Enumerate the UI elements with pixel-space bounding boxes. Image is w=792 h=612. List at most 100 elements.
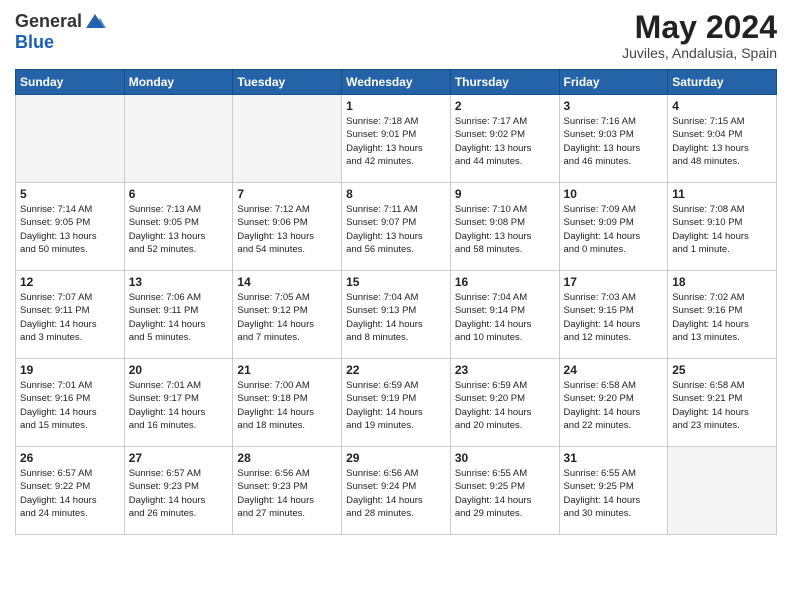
- day-info: Sunrise: 7:14 AM Sunset: 9:05 PM Dayligh…: [20, 203, 120, 256]
- day-number: 25: [672, 363, 772, 377]
- logo: General Blue: [15, 10, 106, 53]
- calendar-cell: 12 Sunrise: 7:07 AM Sunset: 9:11 PM Dayli…: [16, 271, 125, 359]
- day-number: 29: [346, 451, 446, 465]
- day-number: 22: [346, 363, 446, 377]
- day-info: Sunrise: 7:04 AM Sunset: 9:14 PM Dayligh…: [455, 291, 555, 344]
- day-number: 10: [564, 187, 664, 201]
- day-info: Sunrise: 6:58 AM Sunset: 9:21 PM Dayligh…: [672, 379, 772, 432]
- day-info: Sunrise: 6:56 AM Sunset: 9:23 PM Dayligh…: [237, 467, 337, 520]
- day-number: 9: [455, 187, 555, 201]
- calendar-cell: 22 Sunrise: 6:59 AM Sunset: 9:19 PM Dayli…: [342, 359, 451, 447]
- calendar-cell: 25 Sunrise: 6:58 AM Sunset: 9:21 PM Dayli…: [668, 359, 777, 447]
- day-number: 21: [237, 363, 337, 377]
- calendar-cell: 29 Sunrise: 6:56 AM Sunset: 9:24 PM Dayli…: [342, 447, 451, 535]
- calendar-week-3: 12 Sunrise: 7:07 AM Sunset: 9:11 PM Dayli…: [16, 271, 777, 359]
- calendar-cell: 6 Sunrise: 7:13 AM Sunset: 9:05 PM Daylig…: [124, 183, 233, 271]
- col-tuesday: Tuesday: [233, 70, 342, 95]
- day-info: Sunrise: 6:57 AM Sunset: 9:23 PM Dayligh…: [129, 467, 229, 520]
- day-number: 19: [20, 363, 120, 377]
- day-info: Sunrise: 6:56 AM Sunset: 9:24 PM Dayligh…: [346, 467, 446, 520]
- calendar-cell: 16 Sunrise: 7:04 AM Sunset: 9:14 PM Dayli…: [450, 271, 559, 359]
- col-wednesday: Wednesday: [342, 70, 451, 95]
- calendar-cell: 20 Sunrise: 7:01 AM Sunset: 9:17 PM Dayli…: [124, 359, 233, 447]
- day-info: Sunrise: 7:18 AM Sunset: 9:01 PM Dayligh…: [346, 115, 446, 168]
- col-friday: Friday: [559, 70, 668, 95]
- day-info: Sunrise: 7:17 AM Sunset: 9:02 PM Dayligh…: [455, 115, 555, 168]
- day-info: Sunrise: 6:55 AM Sunset: 9:25 PM Dayligh…: [455, 467, 555, 520]
- day-info: Sunrise: 7:07 AM Sunset: 9:11 PM Dayligh…: [20, 291, 120, 344]
- day-info: Sunrise: 7:01 AM Sunset: 9:17 PM Dayligh…: [129, 379, 229, 432]
- month-title: May 2024: [622, 10, 777, 45]
- day-info: Sunrise: 7:06 AM Sunset: 9:11 PM Dayligh…: [129, 291, 229, 344]
- calendar-cell: 17Sunrise: 7:03 AM Sunset: 9:15 PM Dayli…: [559, 271, 668, 359]
- day-info: Sunrise: 7:08 AM Sunset: 9:10 PM Dayligh…: [672, 203, 772, 256]
- calendar-cell: 2 Sunrise: 7:17 AM Sunset: 9:02 PM Daylig…: [450, 95, 559, 183]
- calendar-cell: 5 Sunrise: 7:14 AM Sunset: 9:05 PM Daylig…: [16, 183, 125, 271]
- calendar-cell: 10 Sunrise: 7:09 AM Sunset: 9:09 PM Dayli…: [559, 183, 668, 271]
- day-number: 15: [346, 275, 446, 289]
- col-monday: Monday: [124, 70, 233, 95]
- day-info: Sunrise: 7:03 AM Sunset: 9:15 PM Dayligh…: [564, 291, 664, 344]
- calendar-cell: 23 Sunrise: 6:59 AM Sunset: 9:20 PM Dayli…: [450, 359, 559, 447]
- calendar-table: Sunday Monday Tuesday Wednesday Thursday…: [15, 69, 777, 535]
- calendar-week-1: 1Sunrise: 7:18 AM Sunset: 9:01 PM Daylig…: [16, 95, 777, 183]
- col-thursday: Thursday: [450, 70, 559, 95]
- day-info: Sunrise: 7:00 AM Sunset: 9:18 PM Dayligh…: [237, 379, 337, 432]
- calendar-cell: 26Sunrise: 6:57 AM Sunset: 9:22 PM Dayli…: [16, 447, 125, 535]
- day-info: Sunrise: 7:04 AM Sunset: 9:13 PM Dayligh…: [346, 291, 446, 344]
- calendar-week-5: 26Sunrise: 6:57 AM Sunset: 9:22 PM Dayli…: [16, 447, 777, 535]
- day-info: Sunrise: 7:01 AM Sunset: 9:16 PM Dayligh…: [20, 379, 120, 432]
- day-number: 3: [564, 99, 664, 113]
- day-number: 12: [20, 275, 120, 289]
- day-number: 5: [20, 187, 120, 201]
- col-saturday: Saturday: [668, 70, 777, 95]
- title-block: May 2024 Juviles, Andalusia, Spain: [622, 10, 777, 61]
- day-number: 6: [129, 187, 229, 201]
- calendar-cell: 7Sunrise: 7:12 AM Sunset: 9:06 PM Daylig…: [233, 183, 342, 271]
- logo-blue: Blue: [15, 32, 54, 53]
- day-number: 27: [129, 451, 229, 465]
- calendar-cell: 3 Sunrise: 7:16 AM Sunset: 9:03 PM Daylig…: [559, 95, 668, 183]
- calendar-cell: 9Sunrise: 7:10 AM Sunset: 9:08 PM Daylig…: [450, 183, 559, 271]
- calendar-cell: [124, 95, 233, 183]
- calendar-cell: 30 Sunrise: 6:55 AM Sunset: 9:25 PM Dayli…: [450, 447, 559, 535]
- calendar-cell: 4 Sunrise: 7:15 AM Sunset: 9:04 PM Daylig…: [668, 95, 777, 183]
- day-number: 28: [237, 451, 337, 465]
- day-number: 23: [455, 363, 555, 377]
- day-info: Sunrise: 6:59 AM Sunset: 9:20 PM Dayligh…: [455, 379, 555, 432]
- calendar-cell: 27 Sunrise: 6:57 AM Sunset: 9:23 PM Dayli…: [124, 447, 233, 535]
- day-info: Sunrise: 6:58 AM Sunset: 9:20 PM Dayligh…: [564, 379, 664, 432]
- calendar-cell: 21 Sunrise: 7:00 AM Sunset: 9:18 PM Dayli…: [233, 359, 342, 447]
- day-info: Sunrise: 7:02 AM Sunset: 9:16 PM Dayligh…: [672, 291, 772, 344]
- day-number: 4: [672, 99, 772, 113]
- calendar-cell: [16, 95, 125, 183]
- day-number: 2: [455, 99, 555, 113]
- day-info: Sunrise: 6:55 AM Sunset: 9:25 PM Dayligh…: [564, 467, 664, 520]
- day-number: 11: [672, 187, 772, 201]
- day-number: 24: [564, 363, 664, 377]
- calendar-week-2: 5 Sunrise: 7:14 AM Sunset: 9:05 PM Daylig…: [16, 183, 777, 271]
- day-number: 16: [455, 275, 555, 289]
- calendar-cell: 13Sunrise: 7:06 AM Sunset: 9:11 PM Dayli…: [124, 271, 233, 359]
- day-info: Sunrise: 7:09 AM Sunset: 9:09 PM Dayligh…: [564, 203, 664, 256]
- logo-icon: [84, 10, 106, 32]
- day-number: 30: [455, 451, 555, 465]
- calendar-cell: 8Sunrise: 7:11 AM Sunset: 9:07 PM Daylig…: [342, 183, 451, 271]
- day-info: Sunrise: 7:15 AM Sunset: 9:04 PM Dayligh…: [672, 115, 772, 168]
- day-info: Sunrise: 6:59 AM Sunset: 9:19 PM Dayligh…: [346, 379, 446, 432]
- day-info: Sunrise: 7:16 AM Sunset: 9:03 PM Dayligh…: [564, 115, 664, 168]
- day-number: 14: [237, 275, 337, 289]
- day-info: Sunrise: 7:05 AM Sunset: 9:12 PM Dayligh…: [237, 291, 337, 344]
- day-number: 20: [129, 363, 229, 377]
- day-info: Sunrise: 7:13 AM Sunset: 9:05 PM Dayligh…: [129, 203, 229, 256]
- calendar-cell: [668, 447, 777, 535]
- header-row: Sunday Monday Tuesday Wednesday Thursday…: [16, 70, 777, 95]
- calendar-cell: 14 Sunrise: 7:05 AM Sunset: 9:12 PM Dayli…: [233, 271, 342, 359]
- calendar-cell: 31Sunrise: 6:55 AM Sunset: 9:25 PM Dayli…: [559, 447, 668, 535]
- header: General Blue May 2024 Juviles, Andalusia…: [15, 10, 777, 61]
- col-sunday: Sunday: [16, 70, 125, 95]
- day-info: Sunrise: 7:11 AM Sunset: 9:07 PM Dayligh…: [346, 203, 446, 256]
- day-info: Sunrise: 6:57 AM Sunset: 9:22 PM Dayligh…: [20, 467, 120, 520]
- calendar-cell: 1Sunrise: 7:18 AM Sunset: 9:01 PM Daylig…: [342, 95, 451, 183]
- calendar-cell: 18Sunrise: 7:02 AM Sunset: 9:16 PM Dayli…: [668, 271, 777, 359]
